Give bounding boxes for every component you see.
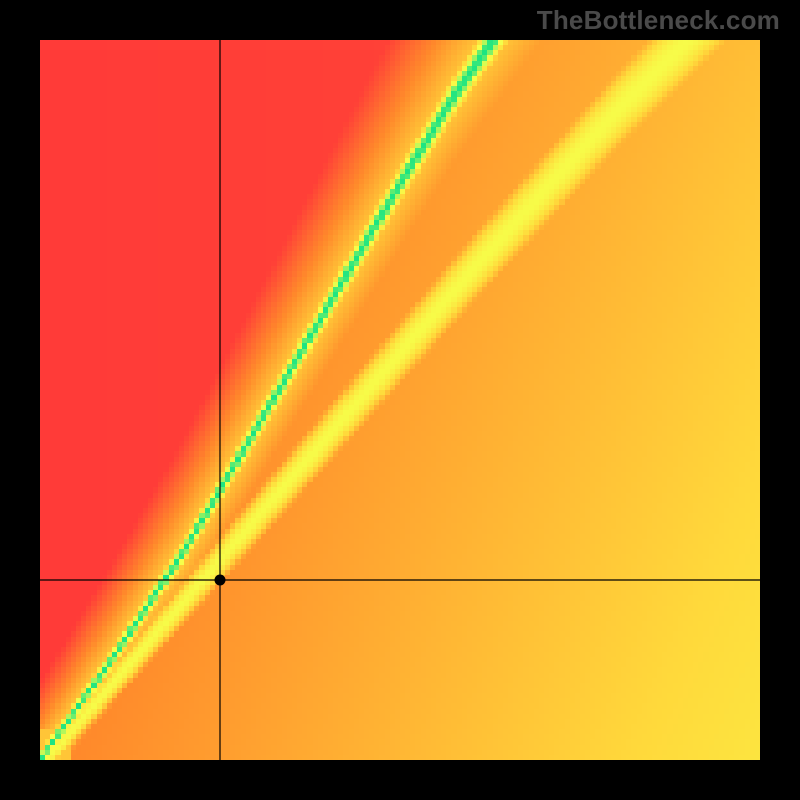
- chart-frame: TheBottleneck.com: [0, 0, 800, 800]
- bottleneck-heatmap: [40, 40, 760, 760]
- watermark-label: TheBottleneck.com: [537, 5, 780, 36]
